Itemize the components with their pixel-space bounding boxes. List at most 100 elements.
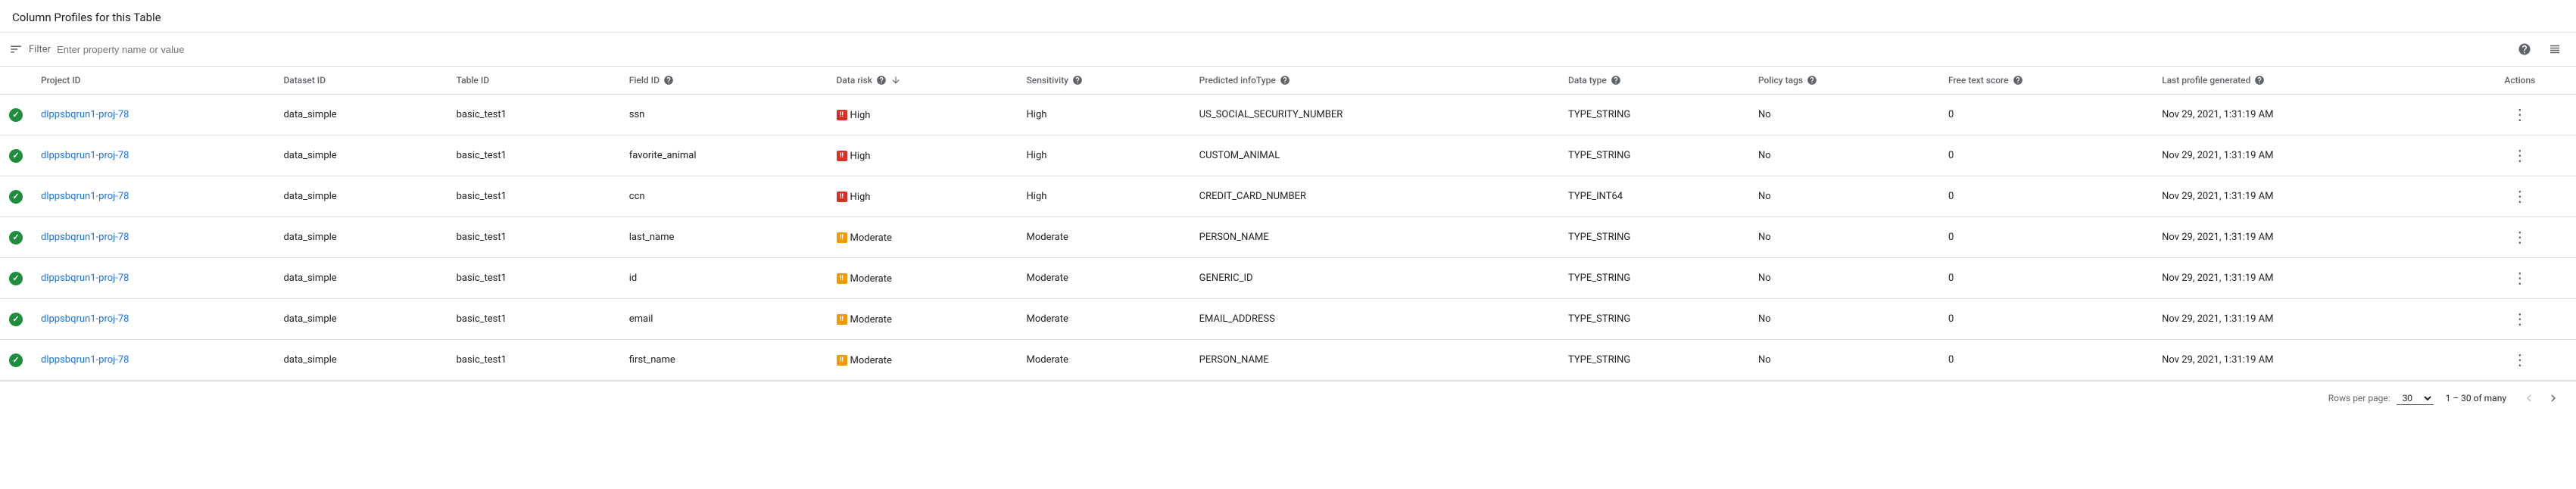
status-icon bbox=[9, 190, 23, 204]
columns-button[interactable] bbox=[2543, 37, 2567, 61]
filter-label: Filter bbox=[29, 44, 51, 55]
cell-datatype: TYPE_STRING bbox=[1559, 340, 1749, 381]
cell-sensitivity: High bbox=[1018, 135, 1190, 176]
table-row: dlppsbqrun1-proj-78 data_simplebasic_test… bbox=[0, 135, 2576, 176]
datatype-help-icon[interactable] bbox=[1610, 74, 1622, 86]
cell-risk: !!High bbox=[828, 176, 1018, 217]
sensitivity-help-icon[interactable] bbox=[1071, 74, 1084, 86]
risk-help-icon[interactable] bbox=[875, 74, 887, 86]
cell-predicted: CREDIT_CARD_NUMBER bbox=[1190, 176, 1559, 217]
table-row: dlppsbqrun1-proj-78data_simplebasic_test… bbox=[0, 299, 2576, 340]
cell-table: basic_test1 bbox=[448, 217, 620, 258]
cell-lastprofile: Nov 29, 2021, 1:31:19 AM bbox=[2153, 340, 2464, 381]
cell-project: dlppsbqrun1-proj-78 bbox=[32, 299, 274, 340]
cell-table: basic_test1 bbox=[448, 340, 620, 381]
th-lastprofile: Last profile generated bbox=[2153, 67, 2464, 95]
risk-badge: !!Moderate bbox=[837, 273, 892, 285]
cell-field: id bbox=[620, 258, 828, 299]
freetext-help-icon[interactable] bbox=[2012, 74, 2024, 86]
project-link[interactable]: dlppsbqrun1-proj-78 bbox=[41, 354, 129, 366]
cell-lastprofile: Nov 29, 2021, 1:31:19 AM bbox=[2153, 95, 2464, 135]
cell-dataset: data_simple bbox=[274, 340, 447, 381]
th-predicted: Predicted infoType bbox=[1190, 67, 1559, 95]
cell-sensitivity: Moderate bbox=[1018, 299, 1190, 340]
next-page-button[interactable] bbox=[2543, 388, 2564, 409]
risk-badge: !!High bbox=[837, 192, 871, 203]
cell-status bbox=[0, 135, 32, 176]
cell-dataset: data_simple bbox=[274, 135, 447, 176]
policy-help-icon[interactable] bbox=[1806, 74, 1818, 86]
rows-per-page: Rows per page: 30 10 20 50 100 bbox=[2328, 392, 2434, 405]
row-actions-button[interactable]: ⋮ bbox=[2506, 307, 2534, 332]
row-actions-button[interactable]: ⋮ bbox=[2506, 225, 2534, 250]
cell-lastprofile: Nov 29, 2021, 1:31:19 AM bbox=[2153, 176, 2464, 217]
field-help-icon[interactable] bbox=[663, 74, 675, 86]
cell-status bbox=[0, 299, 32, 340]
cell-actions: ⋮ bbox=[2464, 95, 2576, 135]
row-actions-button[interactable]: ⋮ bbox=[2506, 143, 2534, 168]
cell-project: dlppsbqrun1-proj-78 bbox=[32, 95, 274, 135]
lastprofile-help-icon[interactable] bbox=[2253, 74, 2266, 86]
risk-label: Moderate bbox=[850, 273, 892, 285]
cell-datatype: TYPE_STRING bbox=[1559, 95, 1749, 135]
cell-project: dlppsbqrun1-proj-78 bbox=[32, 135, 274, 176]
cell-table: basic_test1 bbox=[448, 176, 620, 217]
th-project: Project ID bbox=[32, 67, 274, 95]
cell-freetext: 0 bbox=[1939, 299, 2153, 340]
cell-lastprofile: Nov 29, 2021, 1:31:19 AM bbox=[2153, 135, 2464, 176]
project-link[interactable]: dlppsbqrun1-proj-78 bbox=[41, 109, 129, 120]
cell-freetext: 0 bbox=[1939, 258, 2153, 299]
cell-datatype: TYPE_STRING bbox=[1559, 258, 1749, 299]
cell-dataset: data_simple bbox=[274, 95, 447, 135]
risk-label: Moderate bbox=[850, 355, 892, 366]
th-freetext: Free text score bbox=[1939, 67, 2153, 95]
rows-per-page-label: Rows per page: bbox=[2328, 393, 2390, 403]
row-actions-button[interactable]: ⋮ bbox=[2506, 347, 2534, 372]
risk-dot: !! bbox=[837, 192, 847, 202]
table-row: dlppsbqrun1-proj-78data_simplebasic_test… bbox=[0, 217, 2576, 258]
row-actions-button[interactable]: ⋮ bbox=[2506, 184, 2534, 209]
th-field: Field ID bbox=[620, 67, 828, 95]
cell-policy: No bbox=[1749, 95, 1939, 135]
cell-table: basic_test1 bbox=[448, 299, 620, 340]
prev-page-button[interactable] bbox=[2518, 388, 2540, 409]
rows-per-page-select[interactable]: 30 10 20 50 100 bbox=[2397, 392, 2434, 405]
risk-label: Moderate bbox=[850, 314, 892, 325]
project-link[interactable]: dlppsbqrun1-proj-78 bbox=[41, 273, 129, 284]
cell-sensitivity: Moderate bbox=[1018, 217, 1190, 258]
risk-sort-icon[interactable] bbox=[890, 75, 901, 86]
cell-risk: !!Moderate bbox=[828, 258, 1018, 299]
predicted-help-icon[interactable] bbox=[1279, 74, 1291, 86]
project-link[interactable]: dlppsbqrun1-proj-78 bbox=[41, 232, 129, 243]
cell-table: basic_test1 bbox=[448, 135, 620, 176]
cell-dataset: data_simple bbox=[274, 258, 447, 299]
filter-icon[interactable] bbox=[9, 42, 23, 56]
risk-dot: !! bbox=[837, 232, 847, 243]
cell-freetext: 0 bbox=[1939, 217, 2153, 258]
row-actions-button[interactable]: ⋮ bbox=[2506, 266, 2534, 291]
risk-label: High bbox=[850, 192, 871, 203]
cell-risk: !!Moderate bbox=[828, 340, 1018, 381]
cell-status bbox=[0, 176, 32, 217]
cell-policy: No bbox=[1749, 299, 1939, 340]
cell-field: ccn bbox=[620, 176, 828, 217]
footer-bar: Rows per page: 30 10 20 50 100 1 – 30 of… bbox=[0, 381, 2576, 415]
cell-sensitivity: High bbox=[1018, 95, 1190, 135]
table-row: dlppsbqrun1-proj-78data_simplebasic_test… bbox=[0, 95, 2576, 135]
project-link[interactable]: dlppsbqrun1-proj-78 bbox=[41, 191, 129, 202]
cell-predicted: US_SOCIAL_SECURITY_NUMBER bbox=[1190, 95, 1559, 135]
help-button[interactable] bbox=[2512, 37, 2537, 61]
project-link[interactable]: dlppsbqrun1-proj-78 bbox=[41, 150, 129, 161]
project-link[interactable]: dlppsbqrun1-proj-78 bbox=[41, 313, 129, 325]
cell-field: favorite_animal bbox=[620, 135, 828, 176]
filter-input[interactable] bbox=[57, 44, 2506, 55]
pagination-nav bbox=[2518, 388, 2564, 409]
status-icon bbox=[9, 149, 23, 163]
cell-datatype: TYPE_STRING bbox=[1559, 217, 1749, 258]
cell-status bbox=[0, 217, 32, 258]
risk-label: High bbox=[850, 110, 871, 121]
row-actions-button[interactable]: ⋮ bbox=[2506, 102, 2534, 127]
cell-field: ssn bbox=[620, 95, 828, 135]
cell-policy: No bbox=[1749, 176, 1939, 217]
cell-datatype: TYPE_STRING bbox=[1559, 135, 1749, 176]
